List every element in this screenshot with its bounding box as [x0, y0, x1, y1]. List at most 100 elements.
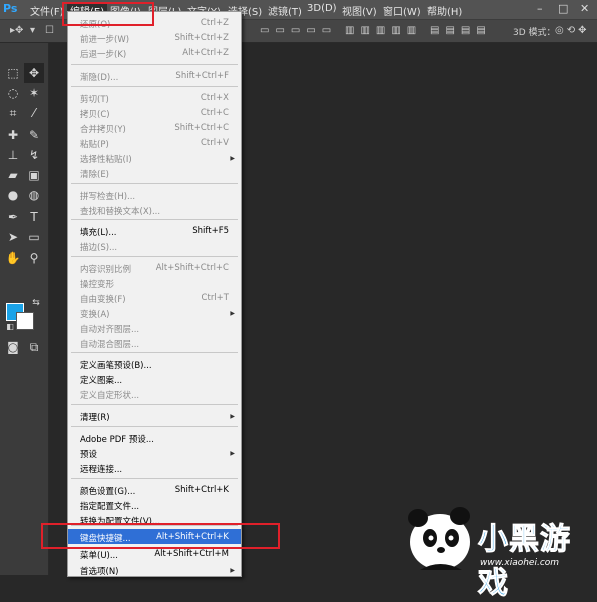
menu-item-shortcut: Ctrl+X	[200, 93, 229, 103]
eraser-icon[interactable]: ▰	[3, 165, 23, 185]
maximize-icon[interactable]: □	[558, 2, 568, 15]
clone-stamp-icon[interactable]: ⊥	[3, 145, 23, 165]
menu-item-label[interactable]: 合并拷贝(Y)	[80, 123, 126, 135]
photoshop-logo: Ps	[3, 2, 18, 15]
3d-mode-icons[interactable]: ◎⟲✥	[555, 25, 589, 36]
menu-item-label[interactable]: 定义图案...	[80, 374, 122, 386]
menu-item-shortcut: Shift+F5	[192, 226, 229, 236]
menu-item-label[interactable]: 描边(S)...	[80, 241, 117, 253]
gradient-tool-icon[interactable]: ▣	[24, 165, 44, 185]
distribute-icons[interactable]: ▥▥▥▥▥	[345, 25, 422, 36]
menu-separator	[71, 183, 238, 184]
menu-item-label[interactable]: 粘贴(P)	[80, 138, 109, 150]
dodge-tool-icon[interactable]: ◍	[24, 185, 44, 205]
menu-item-label[interactable]: 自动混合图层...	[80, 338, 139, 350]
type-tool-icon[interactable]: T	[24, 207, 44, 227]
move-tool-icon[interactable]: ✥	[24, 63, 44, 83]
menu-item-label[interactable]: 操控变形	[80, 278, 114, 290]
menu-item-label[interactable]: 远程连接...	[80, 463, 122, 475]
move-tool-icon[interactable]: ▸✥	[10, 25, 23, 36]
watermark-url: www.xiaohei.com	[480, 558, 560, 568]
menu-separator	[71, 219, 238, 220]
chevron-down-icon[interactable]: ▾	[30, 25, 35, 36]
menu-view[interactable]: 视图(V)	[342, 3, 377, 18]
edit-dropdown-menu: 还原(O) Ctrl+Z 前进一步(W) Shift+Ctrl+Z 后退一步(K) Alt…	[67, 11, 242, 577]
annotation-box-keyboard-shortcuts	[41, 523, 280, 549]
menu-item-label[interactable]: 后退一步(K)	[80, 48, 126, 60]
menu-3d[interactable]: 3D(D)	[307, 3, 337, 14]
menu-help[interactable]: 帮助(H)	[427, 3, 462, 18]
crop-tool-icon[interactable]: ⌗	[3, 103, 23, 123]
eyedropper-icon[interactable]: ⁄	[24, 103, 44, 123]
menu-item-label[interactable]: Adobe PDF 预设...	[80, 433, 154, 445]
menu-item-shortcut: Ctrl+C	[200, 108, 229, 118]
tools-panel: ⬚ ✥ ◌ ✶ ⌗ ⁄ ✚ ✎ ⊥ ↯ ▰ ▣ ● ◍ ✒ T ➤ ▭ ✋ ⚲ …	[0, 43, 49, 575]
swap-colors-icon[interactable]: ⇆	[26, 293, 46, 313]
align-icons[interactable]: ▭▭▭▭▭	[260, 25, 337, 36]
menu-separator	[71, 404, 238, 405]
3d-mode-label: 3D 模式：	[513, 28, 556, 38]
menu-separator	[71, 478, 238, 479]
pen-tool-icon[interactable]: ✒	[3, 207, 23, 227]
menu-item-label[interactable]: 颜色设置(G)...	[80, 485, 135, 497]
magic-wand-icon[interactable]: ✶	[24, 83, 44, 103]
menu-item-shortcut: Shift+Ctrl+Z	[174, 33, 229, 43]
submenu-arrow-icon: ▶	[230, 155, 235, 162]
history-brush-icon[interactable]: ↯	[24, 145, 44, 165]
checkbox-icon[interactable]: ☐	[45, 25, 54, 36]
submenu-arrow-icon: ▶	[230, 413, 235, 420]
menu-file[interactable]: 文件(F)	[30, 3, 64, 18]
menu-item-label[interactable]: 选择性粘贴(I)	[80, 153, 132, 165]
menu-item-label[interactable]: 自动对齐图层...	[80, 323, 139, 335]
screen-mode-icon[interactable]: ⧉	[24, 337, 44, 357]
minimize-icon[interactable]: –	[537, 2, 543, 15]
menu-item-shortcut: Alt+Shift+Ctrl+C	[155, 263, 229, 273]
submenu-arrow-icon: ▶	[230, 310, 235, 317]
blur-tool-icon[interactable]: ●	[3, 185, 23, 205]
brush-tool-icon[interactable]: ✎	[24, 125, 44, 145]
menu-item-shortcut: Shift+Ctrl+F	[175, 71, 229, 81]
menu-separator	[71, 64, 238, 65]
menu-separator	[71, 256, 238, 257]
menu-item-shortcut: Shift+Ctrl+C	[174, 123, 229, 133]
menu-item-label[interactable]: 前进一步(W)	[80, 33, 129, 45]
menu-item-label[interactable]: 预设	[80, 448, 97, 460]
menu-item-label[interactable]: 拼写检查(H)...	[80, 190, 135, 202]
distribute-more-icons[interactable]: ▤▤▤▤	[430, 25, 492, 36]
menu-item-label[interactable]: 拷贝(C)	[80, 108, 110, 120]
hand-tool-icon[interactable]: ✋	[3, 248, 23, 268]
menu-item-label[interactable]: 指定配置文件...	[80, 500, 139, 512]
menu-item-label[interactable]: 查找和替换文本(X)...	[80, 205, 160, 217]
rectangle-tool-icon[interactable]: ▭	[24, 227, 44, 247]
menu-filter[interactable]: 滤镜(T)	[268, 3, 302, 18]
menu-item-label[interactable]: 清理(R)	[80, 411, 110, 423]
menu-window[interactable]: 窗口(W)	[383, 3, 421, 18]
menu-item-label[interactable]: 定义自定形状...	[80, 389, 139, 401]
default-colors-icon[interactable]: ◧	[0, 317, 20, 337]
menu-item-shortcut: Shift+Ctrl+K	[174, 485, 229, 495]
menu-item-shortcut: Ctrl+Z	[200, 18, 229, 28]
lasso-tool-icon[interactable]: ◌	[3, 83, 23, 103]
zoom-tool-icon[interactable]: ⚲	[24, 248, 44, 268]
menu-separator	[71, 86, 238, 87]
menu-item-label[interactable]: 自由变换(F)	[80, 293, 126, 305]
menu-item-label[interactable]: 清除(E)	[80, 168, 109, 180]
healing-brush-icon[interactable]: ✚	[3, 125, 23, 145]
path-selection-icon[interactable]: ➤	[3, 227, 23, 247]
submenu-arrow-icon: ▶	[230, 567, 235, 574]
menu-item-label[interactable]: 首选项(N)	[80, 565, 119, 577]
watermark: 小黑游戏 www.xiaohei.com	[400, 500, 597, 602]
menu-item-label[interactable]: 填充(L)...	[80, 226, 116, 238]
menu-item-label[interactable]: 剪切(T)	[80, 93, 109, 105]
annotation-box-edit-menu	[62, 2, 154, 26]
quick-mask-icon[interactable]: ◙	[3, 337, 23, 357]
menu-separator	[71, 426, 238, 427]
close-icon[interactable]: ✕	[580, 2, 589, 15]
menu-item-label[interactable]: 变换(A)	[80, 308, 109, 320]
menu-item-label[interactable]: 菜单(U)...	[80, 549, 118, 561]
menu-item-label[interactable]: 内容识别比例	[80, 263, 131, 275]
menu-item-label[interactable]: 定义画笔预设(B)...	[80, 359, 152, 371]
menu-item-shortcut: Alt+Shift+Ctrl+M	[154, 549, 229, 559]
marquee-tool-icon[interactable]: ⬚	[3, 63, 23, 83]
menu-item-label[interactable]: 渐隐(D)...	[80, 71, 118, 83]
